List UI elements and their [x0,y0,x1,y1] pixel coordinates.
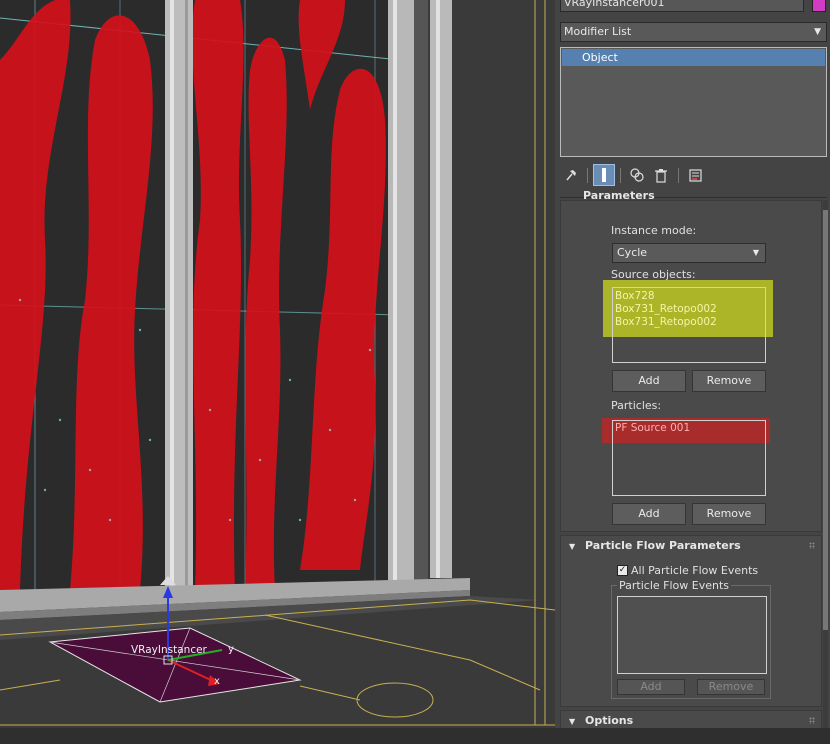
instance-mode-value: Cycle [617,246,648,259]
parameters-rollout-title[interactable]: Parameters [561,191,821,205]
chevron-down-icon: ▼ [814,27,821,37]
list-item[interactable]: Box731_Retopo002 [613,316,765,329]
pin-stack-icon[interactable] [560,164,582,186]
remove-event-button[interactable]: Remove [697,679,765,695]
parameters-title-text: Parameters [583,191,655,202]
chevron-down-icon: ▼ [752,248,759,257]
all-events-checkbox[interactable]: ✓ [617,565,628,576]
axis-y-label: y [228,644,234,655]
options-title-text: Options [585,714,634,727]
list-item[interactable]: PF Source 001 [613,422,765,435]
instance-mode-dropdown[interactable]: Cycle ▼ [612,243,766,263]
remove-source-button[interactable]: Remove [692,370,766,392]
show-end-result-icon[interactable] [593,164,615,186]
modifier-list-label: Modifier List [564,25,632,38]
panel-scrollbar[interactable] [823,200,828,730]
status-bar [0,728,830,744]
collapse-triangle-icon: ▼ [569,542,576,551]
add-source-button[interactable]: Add [612,370,686,392]
stack-toolbar [560,164,827,186]
particle-flow-rollout-title[interactable]: ▼ Particle Flow Parameters [561,536,821,556]
axis-x-label: x [214,676,220,687]
stack-item-object[interactable]: Object [562,49,825,66]
events-group-label: Particle Flow Events [617,579,731,592]
modifier-stack[interactable]: Object [560,47,827,157]
all-events-label: All Particle Flow Events [631,564,759,577]
make-unique-icon[interactable] [626,164,648,186]
viewport-object-label[interactable]: VRayInstancer [131,644,207,656]
panel-scrollbar-thumb[interactable] [823,210,828,630]
source-objects-list[interactable]: Box728 Box731_Retopo002 Box731_Retopo002 [612,287,766,363]
object-name-field[interactable]: VRayInstancer001 [560,0,804,12]
particle-flow-rollout: ▼ Particle Flow Parameters ✓ All Particl… [560,535,822,707]
configure-modifier-sets-icon[interactable] [684,164,706,186]
events-list[interactable] [617,596,767,674]
rollout-grip-icon[interactable] [809,542,815,549]
rollout-grip-icon[interactable] [809,717,815,724]
command-panel: VRayInstancer001 Modifier List ▼ Object … [555,0,830,744]
particle-flow-title-text: Particle Flow Parameters [585,539,741,552]
viewport[interactable]: VRayInstancer x y [0,0,555,744]
add-event-button[interactable]: Add [617,679,685,695]
remove-particles-button[interactable]: Remove [692,503,766,525]
object-color-swatch[interactable] [812,0,826,12]
parameters-rollout: Parameters Instance mode: Cycle ▼ Source… [560,191,822,532]
list-item[interactable]: Box731_Retopo002 [613,303,765,316]
particles-list[interactable]: PF Source 001 [612,420,766,496]
remove-modifier-icon[interactable] [650,164,672,186]
collapse-triangle-icon: ▼ [569,717,576,726]
instance-mode-label: Instance mode: [611,224,697,237]
particles-label: Particles: [611,399,662,412]
list-item[interactable]: Box728 [613,290,765,303]
modifier-list-dropdown[interactable]: Modifier List ▼ [560,22,827,42]
add-particles-button[interactable]: Add [612,503,686,525]
viewport-scene [0,0,555,744]
